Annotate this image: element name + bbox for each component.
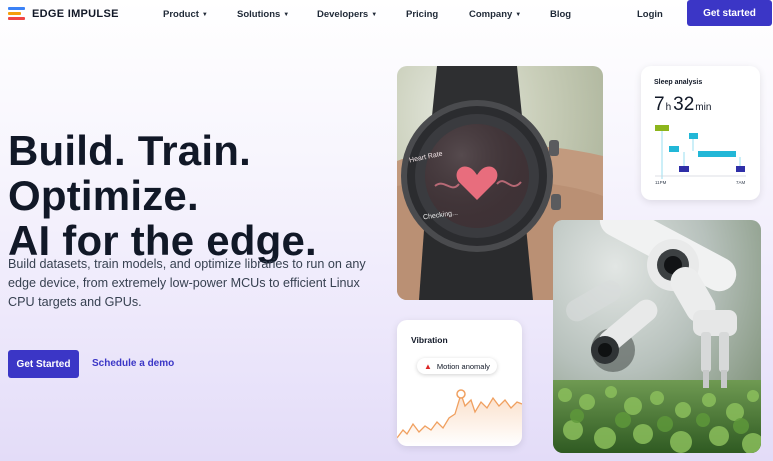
nav-item-blog[interactable]: Blog [550,9,571,20]
logo-icon [8,7,25,20]
brand-logo[interactable]: EDGE IMPULSE [8,7,119,20]
headline-line: Optimize. [8,172,199,219]
vibration-sparkline [397,389,522,446]
vibration-card: Vibration ▲ Motion anomaly [397,320,522,446]
sleep-analysis-card: Sleep analysis 7h 32min 11PM 7AM [641,66,760,200]
robot-arm-image [553,220,761,453]
get-started-nav-button[interactable]: Get started [687,0,772,26]
nav-item-label: Solutions [237,9,281,20]
caret-down-icon: ▼ [201,12,208,18]
nav-item-developers[interactable]: Developers ▼ [317,9,377,20]
nav-item-label: Pricing [406,9,439,20]
hero-description: Build datasets, train models, and optimi… [8,257,366,309]
sleep-end-label: 7AM [736,180,746,185]
schedule-demo-link[interactable]: Schedule a demo [92,358,174,369]
caret-down-icon: ▼ [515,12,522,18]
caret-down-icon: ▼ [371,12,378,18]
top-navigation: EDGE IMPULSE Product ▼ Solutions ▼ Develop… [0,0,773,28]
nav-item-label: Developers [317,9,369,20]
anomaly-point [456,389,466,399]
get-started-button[interactable]: Get Started [8,350,79,378]
nav-item-label: Product [163,9,199,20]
caret-down-icon: ▼ [283,12,290,18]
brand-name: EDGE IMPULSE [32,7,119,20]
nav-item-pricing[interactable]: Pricing [406,9,438,20]
nav-item-label: Blog [550,9,572,20]
nav-item-company[interactable]: Company ▼ [469,9,521,20]
hero-headline: Build. Train. Optimize. AI for the edge. [8,128,317,263]
headline-line: Build. Train. [8,127,251,174]
sleep-start-label: 11PM [655,180,667,185]
login-link[interactable]: Login [637,9,663,20]
nav-item-product[interactable]: Product ▼ [163,9,208,20]
robot-arm-illustration [553,220,761,453]
nav-item-solutions[interactable]: Solutions ▼ [237,9,289,20]
nav-item-label: Company [469,9,513,20]
